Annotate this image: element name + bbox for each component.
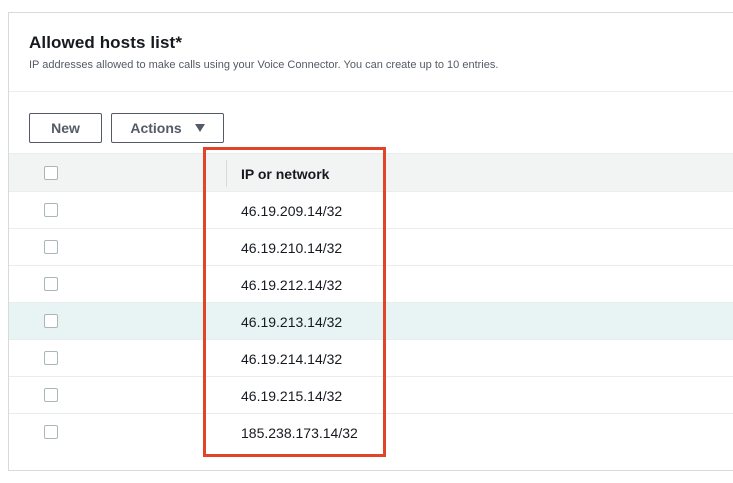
new-button-label: New <box>51 120 80 136</box>
row-checkbox[interactable] <box>44 203 58 217</box>
caret-down-icon <box>194 124 205 132</box>
table-row[interactable]: 46.19.215.14/32 <box>9 377 733 414</box>
allowed-hosts-table: IP or network 46.19.209.14/32 46.19.210.… <box>9 153 733 451</box>
row-checkbox[interactable] <box>44 277 58 291</box>
row-checkbox[interactable] <box>44 240 58 254</box>
ip-cell: 46.19.210.14/32 <box>241 240 343 256</box>
row-checkbox[interactable] <box>44 314 58 328</box>
panel-title: Allowed hosts list* <box>29 33 183 52</box>
ip-cell: 46.19.213.14/32 <box>241 314 343 330</box>
row-checkbox[interactable] <box>44 351 58 365</box>
allowed-hosts-panel: Allowed hosts list* IP addresses allowed… <box>8 12 733 471</box>
row-checkbox[interactable] <box>44 425 58 439</box>
ip-cell: 46.19.215.14/32 <box>241 388 343 404</box>
row-checkbox[interactable] <box>44 388 58 402</box>
table-row[interactable]: 185.238.173.14/32 <box>9 414 733 451</box>
actions-button-label: Actions <box>130 120 182 136</box>
ip-cell: 185.238.173.14/32 <box>241 425 358 441</box>
column-divider[interactable] <box>226 160 227 187</box>
ip-cell: 46.19.214.14/32 <box>241 351 343 367</box>
panel-header: Allowed hosts list* IP addresses allowed… <box>9 13 733 92</box>
table-row[interactable]: 46.19.212.14/32 <box>9 266 733 303</box>
panel-description: IP addresses allowed to make calls using… <box>29 59 499 71</box>
column-header-ip[interactable]: IP or network <box>241 166 329 182</box>
ip-cell: 46.19.209.14/32 <box>241 203 343 219</box>
new-button[interactable]: New <box>29 113 102 143</box>
table-row[interactable]: 46.19.214.14/32 <box>9 340 733 377</box>
select-all-checkbox[interactable] <box>44 166 58 180</box>
table-row[interactable]: 46.19.210.14/32 <box>9 229 733 266</box>
table-row-highlighted[interactable]: 46.19.213.14/32 <box>9 303 733 340</box>
ip-cell: 46.19.212.14/32 <box>241 277 343 293</box>
actions-dropdown-button[interactable]: Actions <box>111 113 224 143</box>
table-row[interactable]: 46.19.209.14/32 <box>9 192 733 229</box>
table-header: IP or network <box>9 153 733 192</box>
